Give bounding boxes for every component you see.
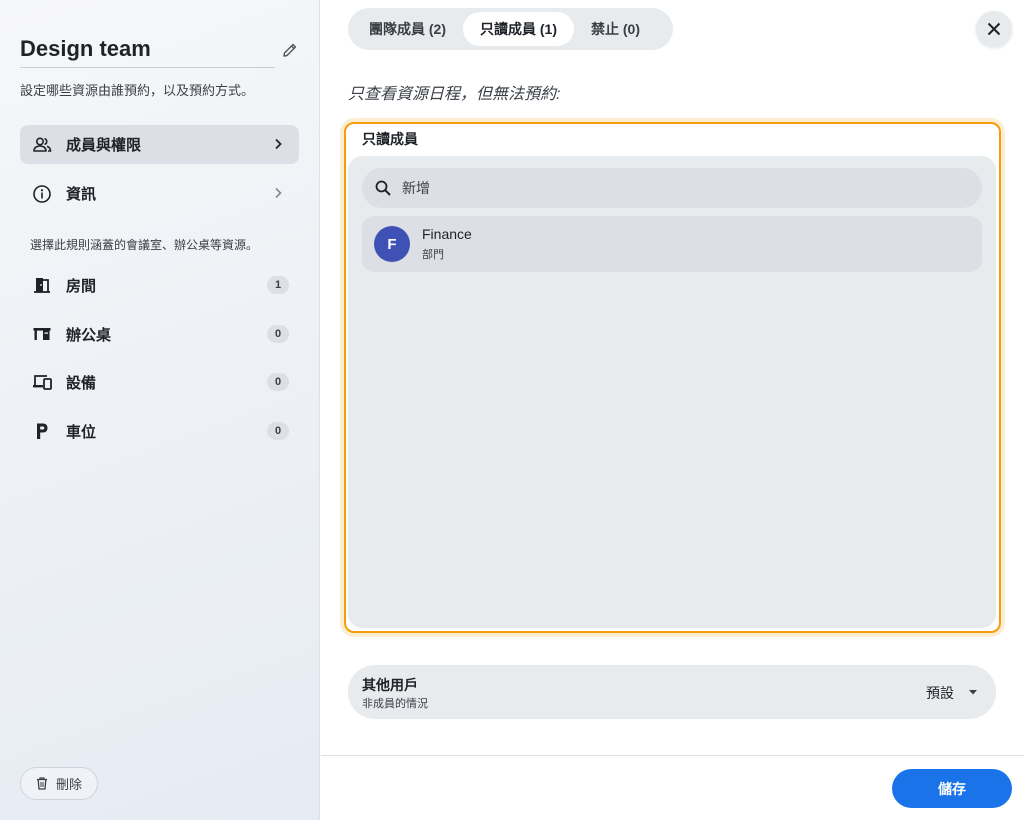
pencil-icon[interactable] — [282, 42, 298, 58]
resource-item-rooms[interactable]: 房間 1 — [20, 267, 299, 303]
other-users-setting[interactable]: 其他用戶 非成員的情況 預設 — [348, 665, 996, 719]
add-member-search[interactable]: 新增 — [362, 168, 982, 208]
tab-read-only-members[interactable]: 只讀成員 (1) — [463, 12, 574, 46]
member-type: 部門 — [422, 249, 444, 261]
resource-item-parking[interactable]: 車位 0 — [20, 413, 299, 449]
resource-item-equipment[interactable]: 設備 0 — [20, 364, 299, 400]
count-badge: 0 — [267, 325, 289, 343]
tab-bar: 團隊成員 (2) 只讀成員 (1) 禁止 (0) — [348, 8, 673, 50]
chevron-right-icon — [275, 138, 282, 150]
other-users-subtitle: 非成員的情況 — [362, 698, 428, 710]
section-title: 只讀成員 — [362, 131, 418, 147]
count-badge: 0 — [267, 373, 289, 391]
other-users-value[interactable]: 預設 — [926, 683, 954, 703]
sidebar-item-label: 成員與權限 — [66, 137, 142, 154]
count-badge: 1 — [267, 276, 289, 294]
member-text: Finance 部門 — [422, 226, 472, 262]
devices-icon — [32, 372, 52, 392]
member-name: Finance — [422, 226, 472, 242]
resource-label: 設備 — [66, 374, 97, 392]
tab-description: 只查看資源日程，但無法預約: — [348, 86, 561, 103]
other-users-title: 其他用戶 — [362, 677, 418, 693]
team-name-field[interactable]: Design team — [20, 34, 275, 68]
footer: 儲存 — [321, 755, 1024, 820]
sidebar: Design team 設定哪些資源由誰預約，以及預約方式。 成員與權限 資訊 … — [0, 0, 320, 820]
count-badge: 0 — [267, 422, 289, 440]
trash-icon — [36, 777, 47, 790]
delete-button[interactable]: 刪除 — [20, 767, 98, 800]
sidebar-item-members[interactable]: 成員與權限 — [20, 125, 299, 164]
sidebar-subtitle: 設定哪些資源由誰預約，以及預約方式。 — [20, 83, 255, 98]
tab-blocked[interactable]: 禁止 (0) — [574, 12, 657, 46]
search-icon — [375, 180, 391, 196]
read-only-members-section: 只讀成員 新增 F Finance 部門 — [344, 122, 1001, 633]
parking-icon — [32, 421, 52, 441]
resource-label: 車位 — [66, 423, 97, 441]
tab-team-members[interactable]: 團隊成員 (2) — [352, 12, 463, 46]
caret-down-icon[interactable] — [968, 687, 978, 697]
close-button[interactable] — [976, 11, 1012, 47]
delete-label: 刪除 — [55, 777, 82, 792]
resource-label: 房間 — [66, 277, 97, 295]
sidebar-item-label: 資訊 — [66, 186, 97, 203]
members-list-panel: 新增 F Finance 部門 — [348, 156, 996, 628]
sidebar-item-info[interactable]: 資訊 — [20, 174, 299, 213]
resource-label: 辦公桌 — [66, 326, 112, 344]
avatar: F — [374, 226, 410, 262]
door-icon — [32, 275, 52, 295]
info-icon — [32, 184, 52, 204]
title-row: Design team — [20, 34, 300, 68]
desk-icon — [32, 324, 52, 344]
resource-item-desks[interactable]: 辦公桌 0 — [20, 316, 299, 352]
member-row[interactable]: F Finance 部門 — [362, 216, 982, 272]
search-placeholder: 新增 — [402, 180, 430, 196]
save-button[interactable]: 儲存 — [892, 769, 1012, 808]
close-icon — [987, 22, 1001, 36]
chevron-right-icon — [275, 187, 282, 199]
people-icon — [32, 135, 52, 155]
main-panel: 團隊成員 (2) 只讀成員 (1) 禁止 (0) 只查看資源日程，但無法預約: … — [321, 0, 1024, 820]
resources-note: 選擇此規則涵蓋的會議室、辦公桌等資源。 — [30, 238, 259, 252]
